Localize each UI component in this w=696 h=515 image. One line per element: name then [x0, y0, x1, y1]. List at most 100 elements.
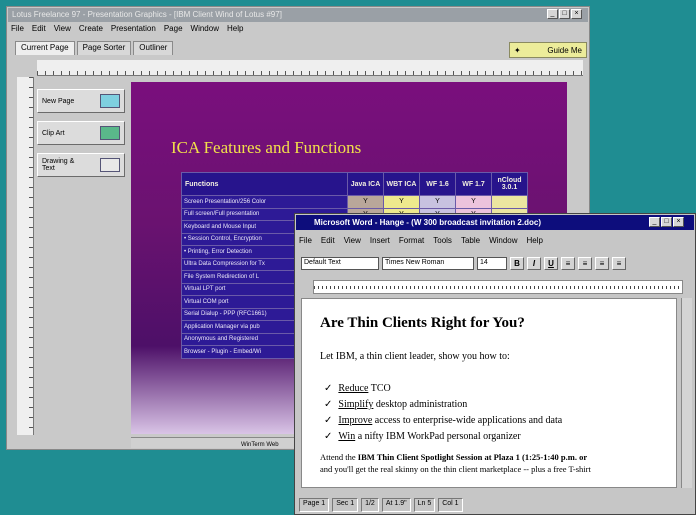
maximize-button[interactable]: □	[661, 217, 672, 227]
document-heading: Are Thin Clients Right for You?	[320, 315, 525, 331]
menu-table[interactable]: Table	[461, 236, 480, 245]
lightbulb-icon: ✦	[514, 45, 521, 55]
check-icon: ✓	[324, 431, 333, 442]
table-cell: Y	[455, 195, 492, 209]
list-item: ✓ Reduce TCO	[324, 381, 562, 397]
table-header: Functions	[181, 172, 348, 196]
bullet-keyword: Improve	[338, 415, 373, 426]
size-select[interactable]: 14	[477, 257, 507, 270]
table-header: Java ICA	[347, 172, 384, 196]
menu-presentation[interactable]: Presentation	[111, 24, 156, 37]
align-left-icon[interactable]: ≡	[561, 257, 575, 270]
bullet-keyword: Win	[338, 431, 356, 442]
clip-art-button[interactable]: Clip Art	[37, 121, 125, 145]
menu-help[interactable]: Help	[527, 236, 543, 245]
underline-button[interactable]: U	[544, 257, 558, 270]
menu-file[interactable]: File	[299, 236, 312, 245]
horizontal-scrollbar[interactable]: WinTerm Web	[131, 437, 301, 448]
check-icon: ✓	[324, 383, 333, 394]
word-title-bar: Microsoft Word - Hange - (W 300 broadcas…	[296, 215, 694, 230]
menu-edit[interactable]: Edit	[32, 24, 46, 37]
bullet-text: desktop administration	[373, 399, 468, 410]
view-tabs: Current Page Page Sorter Outliner	[15, 41, 174, 55]
presentation-menu-bar: File Edit View Create Presentation Page …	[11, 24, 243, 37]
table-header: WF 1.7	[455, 172, 492, 196]
slide-title: ICA Features and Functions	[171, 138, 362, 157]
menu-page[interactable]: Page	[164, 24, 183, 37]
close-button[interactable]: ×	[571, 9, 582, 19]
align-right-icon[interactable]: ≡	[595, 257, 609, 270]
justify-icon[interactable]: ≡	[612, 257, 626, 270]
menu-tools[interactable]: Tools	[433, 236, 452, 245]
document-footnote: Attend the IBM Thin Client Spotlight Ses…	[320, 451, 676, 475]
bold-button[interactable]: B	[510, 257, 524, 270]
document-intro: Let IBM, a thin client leader, show you …	[320, 351, 510, 362]
list-item: ✓ Improve access to enterprise-wide appli…	[324, 413, 562, 429]
menu-file[interactable]: File	[11, 24, 24, 37]
horizontal-ruler	[37, 60, 583, 76]
status-position: At 1.9"	[381, 498, 411, 512]
word-window: Microsoft Word - Hange - (W 300 broadcas…	[294, 213, 696, 515]
drawing-text-label: Drawing & Text	[42, 158, 75, 172]
style-select[interactable]: Default Text	[301, 257, 379, 270]
table-cell: Screen Presentation/256 Color	[181, 195, 348, 209]
maximize-button[interactable]: □	[559, 9, 570, 19]
foot-line2: and you'll get the real skinny on the th…	[320, 464, 591, 474]
menu-help[interactable]: Help	[227, 24, 243, 37]
align-center-icon[interactable]: ≡	[578, 257, 592, 270]
menu-insert[interactable]: Insert	[370, 236, 390, 245]
list-item: ✓ Win a nifty IBM WorkPad personal organi…	[324, 429, 562, 445]
formatting-toolbar: Default Text Times New Roman 14 B I U ≡ …	[301, 257, 626, 270]
menu-create[interactable]: Create	[79, 24, 103, 37]
bullet-text: access to enterprise-wide applications a…	[372, 415, 563, 426]
italic-button[interactable]: I	[527, 257, 541, 270]
presentation-title: Lotus Freelance 97 - Presentation Graphi…	[12, 10, 282, 19]
menu-view[interactable]: View	[344, 236, 361, 245]
scroll-label: WinTerm Web	[241, 442, 279, 448]
close-button[interactable]: ×	[673, 217, 684, 227]
foot-bold: IBM Thin Client Spotlight Session at Pla…	[357, 452, 588, 462]
minimize-button[interactable]: _	[547, 9, 558, 19]
table-row: Screen Presentation/256 Color Y Y Y Y	[181, 195, 528, 209]
tab-page-sorter[interactable]: Page Sorter	[76, 41, 132, 55]
new-page-button[interactable]: New Page	[37, 89, 125, 113]
status-bar: Page 1 Sec 1 1/2 At 1.9" Ln 5 Col 1	[299, 498, 691, 512]
guide-me-button[interactable]: ✦ Guide Me	[509, 42, 587, 58]
tab-outliner[interactable]: Outliner	[133, 41, 174, 55]
menu-view[interactable]: View	[54, 24, 71, 37]
drawing-text-button[interactable]: Drawing & Text	[37, 153, 125, 177]
check-icon: ✓	[324, 399, 333, 410]
drawing-text-icon	[100, 158, 120, 172]
document-page[interactable]: Are Thin Clients Right for You? Let IBM,…	[301, 298, 677, 488]
table-header: nCloud 3.0.1	[491, 172, 528, 196]
table-cell: Y	[347, 195, 384, 209]
menu-window[interactable]: Window	[489, 236, 517, 245]
new-page-label: New Page	[42, 97, 75, 105]
foot-prefix: Attend the	[320, 452, 358, 462]
menu-format[interactable]: Format	[399, 236, 424, 245]
minimize-button[interactable]: _	[649, 217, 660, 227]
word-menu-bar: File Edit View Insert Format Tools Table…	[299, 236, 543, 245]
guide-me-label: Guide Me	[547, 45, 582, 55]
status-pages: 1/2	[361, 498, 379, 512]
menu-edit[interactable]: Edit	[321, 236, 335, 245]
clip-art-icon	[100, 126, 120, 140]
menu-window[interactable]: Window	[191, 24, 219, 37]
bullet-keyword: Simplify	[338, 399, 374, 410]
bullet-text: TCO	[368, 383, 391, 394]
bullet-text: a nifty IBM WorkPad personal organizer	[355, 431, 521, 442]
font-select[interactable]: Times New Roman	[382, 257, 474, 270]
word-title: Microsoft Word - Hange - (W 300 broadcas…	[314, 218, 541, 227]
presentation-window-controls: _ □ ×	[547, 9, 582, 19]
status-column: Col 1	[438, 498, 463, 512]
table-cell: Y	[383, 195, 420, 209]
table-header: WBT ICA	[383, 172, 420, 196]
bullet-list: ✓ Reduce TCO ✓ Simplify desktop administra…	[324, 381, 562, 445]
tab-current-page[interactable]: Current Page	[15, 41, 75, 55]
word-window-controls: _ □ ×	[649, 217, 684, 227]
new-page-icon	[100, 94, 120, 108]
status-section: Sec 1	[332, 498, 359, 512]
vertical-scrollbar[interactable]	[681, 298, 692, 488]
list-item: ✓ Simplify desktop administration	[324, 397, 562, 413]
status-line: Ln 5	[413, 498, 436, 512]
